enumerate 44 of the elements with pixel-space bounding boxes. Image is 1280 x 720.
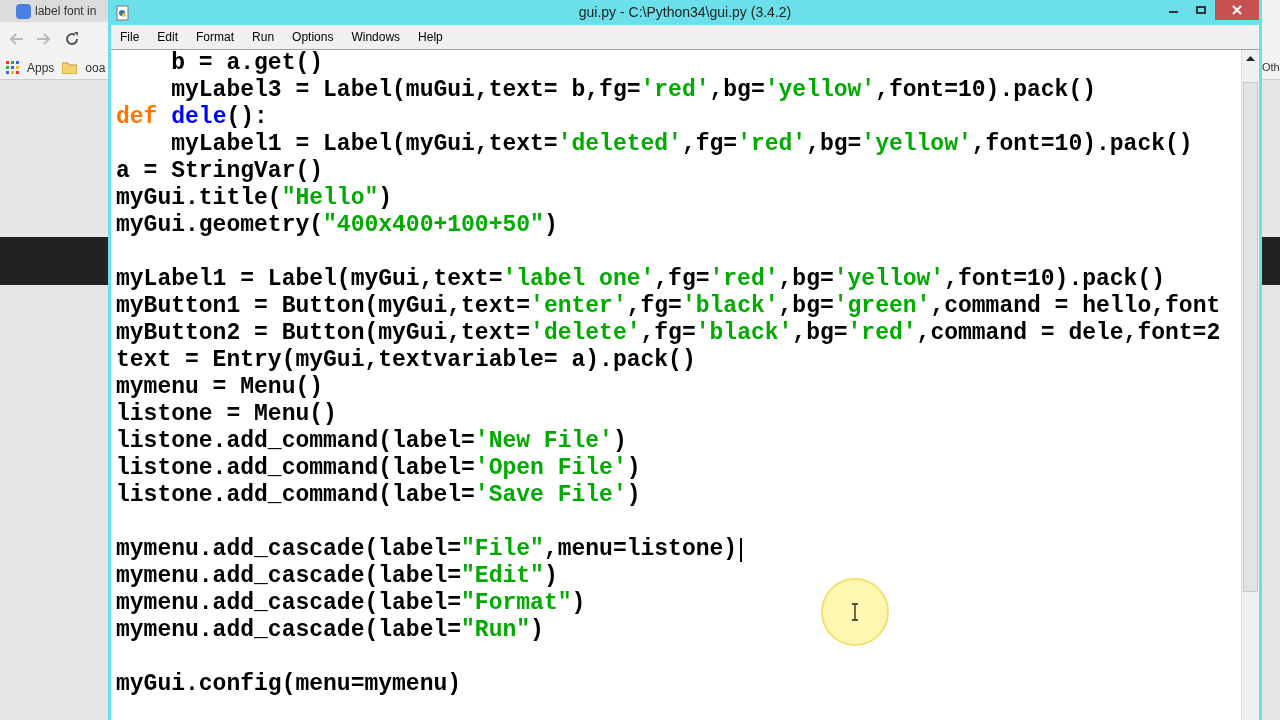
menu-item[interactable]: Run bbox=[252, 28, 275, 46]
text-caret bbox=[740, 537, 743, 562]
code-line: myLabel1 = Label(myGui,text='label one',fg='red',bg='yellow',font=10).pack() bbox=[116, 266, 1165, 293]
reload-icon[interactable] bbox=[64, 31, 80, 47]
code-line: myLabel1 = Label(myGui,text='deleted',fg='red',bg='yellow',font=10).pack() bbox=[170, 131, 1193, 158]
window-title: gui.py - C:\Python34\gui.py (3.4.2) bbox=[578, 3, 792, 22]
page-banner bbox=[1262, 237, 1280, 285]
code-line: a = StringVar() bbox=[116, 158, 324, 185]
code-line: myLabel3 = Label(muGui,text= b,fg='red',bg='yellow',font=10).pack() bbox=[170, 77, 1096, 104]
code-line: myButton1 = Button(myGui,text='enter',fg='black',bg='green',command = hello,font bbox=[116, 293, 1221, 320]
code-line: myGui.geometry("400x400+100+50") bbox=[116, 212, 558, 239]
menu-item[interactable]: Edit bbox=[157, 28, 179, 46]
scroll-thumb[interactable] bbox=[1243, 82, 1258, 592]
bookmark-link[interactable]: ooa bbox=[85, 58, 106, 77]
menu-item[interactable]: Options bbox=[292, 28, 334, 46]
menu-item[interactable]: File bbox=[120, 28, 140, 46]
code-line: listone.add_command(label='New File') bbox=[116, 428, 627, 455]
search-engine-icon bbox=[16, 3, 31, 19]
bookmark-link[interactable]: Oth bbox=[1262, 59, 1280, 76]
scrollbar[interactable] bbox=[1241, 50, 1259, 720]
folder-icon bbox=[62, 61, 78, 74]
menu-item[interactable]: Windows bbox=[351, 28, 401, 46]
code-line: myGui.title("Hello") bbox=[116, 185, 393, 212]
close-icon bbox=[1232, 5, 1242, 15]
text-cursor-icon bbox=[851, 603, 859, 621]
close-button[interactable] bbox=[1215, 0, 1259, 20]
apps-grid-icon bbox=[6, 61, 19, 74]
code-line: b = a.get() bbox=[170, 50, 324, 77]
code-line: mymenu.add_cascade(label="File",menu=listone) bbox=[116, 536, 738, 563]
python-file-icon bbox=[115, 4, 131, 21]
code-line: listone.add_command(label='Open File') bbox=[116, 455, 641, 482]
code-line: mymenu.add_cascade(label="Edit") bbox=[116, 563, 558, 590]
code-line: listone.add_command(label='Save File') bbox=[116, 482, 641, 509]
code-line: myGui.config(menu=mymenu) bbox=[116, 671, 462, 698]
code-line: text = Entry(myGui,textvariable= a).pack() bbox=[116, 347, 696, 374]
menu-item[interactable]: Help bbox=[418, 28, 443, 46]
code-line: myButton2 = Button(myGui,text='delete',fg='black',bg='red',command = dele,font=2 bbox=[116, 320, 1221, 347]
code-line: mymenu = Menu() bbox=[116, 374, 324, 401]
code-line: mymenu.add_cascade(label="Format") bbox=[116, 590, 586, 617]
code-line: def dele(): bbox=[116, 104, 268, 131]
code-line: listone = Menu() bbox=[116, 401, 337, 428]
menu-item[interactable]: Format bbox=[196, 28, 235, 46]
bookmark-link[interactable]: Apps bbox=[27, 58, 55, 77]
code-line: mymenu.add_cascade(label="Run") bbox=[116, 617, 544, 644]
